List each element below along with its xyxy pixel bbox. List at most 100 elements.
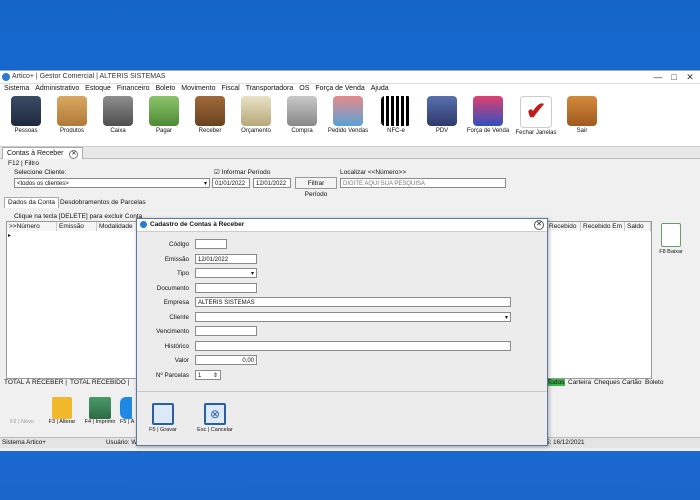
label-empresa: Empresa — [163, 299, 189, 306]
qrcode-icon — [381, 96, 411, 126]
menu-boleto[interactable]: Boleto — [155, 84, 175, 94]
toolbar-forca-de-venda[interactable]: Força de Venda — [464, 96, 512, 134]
chevron-down-icon: ▾ — [203, 181, 207, 187]
search-input[interactable]: DIGITE AQUI SUA PESQUISA — [340, 178, 506, 188]
total-received: TOTAL RECEBIDO | — [70, 379, 130, 386]
new-button[interactable]: F2 | Novo — [4, 397, 40, 425]
f5-button[interactable]: F5 | A — [120, 397, 136, 425]
filter-tab-cartao[interactable]: Cartão — [622, 379, 642, 386]
toolbar-pedido-vendas[interactable]: Pedido Vendas — [324, 96, 372, 134]
menu-ajuda[interactable]: Ajuda — [371, 84, 389, 94]
edit-pencil-icon — [52, 397, 72, 419]
tab-contas-receber[interactable]: Contas à Receber ✕ — [2, 147, 84, 159]
historico-field[interactable] — [195, 341, 511, 351]
tab-desdobramentos[interactable]: Desdobramentos de Parcelas — [60, 198, 146, 208]
dialog-close-icon[interactable]: ✕ — [534, 220, 544, 230]
tab-dados-conta[interactable]: Dados da Conta — [4, 197, 59, 208]
dialog-title-bar: Cadastro de Contas à Receber ✕ — [137, 219, 547, 232]
toolbar-pessoas[interactable]: Pessoas — [2, 96, 50, 134]
close-tab-icon[interactable]: ✕ — [69, 150, 79, 159]
date-from-field[interactable]: 01/01/2022 — [212, 178, 250, 188]
save-button[interactable]: F5 | Gravar — [145, 403, 181, 433]
clipboard-icon — [241, 96, 271, 126]
col-recebido-em[interactable]: Recebido Em — [581, 222, 625, 231]
menu-os[interactable]: OS — [299, 84, 309, 94]
col-modalidade[interactable]: Modalidade — [97, 222, 141, 231]
clipboard-check-icon — [661, 223, 681, 247]
receivable-dialog: Cadastro de Contas à Receber ✕ Código Em… — [136, 218, 548, 446]
label-documento: Documento — [156, 285, 189, 292]
grid-hint: Clique na tecla [DELETE] para excluir Co… — [14, 213, 143, 220]
spinner-icon[interactable]: ⇕ — [213, 371, 218, 381]
toolbar-sair[interactable]: Sair — [558, 96, 606, 134]
tipo-select[interactable]: ▾ — [195, 268, 257, 278]
menu-forca-de-venda[interactable]: Força de Venda — [315, 84, 364, 94]
codigo-field[interactable] — [195, 239, 227, 249]
menu-estoque[interactable]: Estoque — [85, 84, 111, 94]
menu-sistema[interactable]: Sistema — [4, 84, 29, 94]
row-indicator: ▸ — [8, 233, 12, 239]
label-parcelas: Nº Parcelas — [155, 372, 189, 379]
menu-movimento[interactable]: Movimento — [181, 84, 215, 94]
tab-strip: Contas à Receber ✕ — [0, 147, 700, 159]
toolbar-orcamento[interactable]: Orçamento — [232, 96, 280, 134]
col-saldo[interactable]: Saldo — [625, 222, 651, 231]
menu-administrativo[interactable]: Administrativo — [35, 84, 79, 94]
client-select[interactable]: <todos os clientes> ▾ — [14, 178, 210, 188]
toolbar-produtos[interactable]: Produtos — [48, 96, 96, 134]
print-button[interactable]: F4 | Imprimir — [82, 397, 118, 425]
window-title: Artico+ | Gestor Comercial | ALTERIS SIS… — [12, 73, 166, 80]
col-numero[interactable]: >>Número — [7, 222, 57, 231]
filter-tab-cheques[interactable]: Cheques — [594, 379, 620, 386]
chart-icon — [333, 96, 363, 126]
floppy-disk-icon — [152, 403, 174, 425]
app-icon — [140, 221, 147, 228]
period-checkbox[interactable]: ☑ Informar Período — [214, 168, 270, 176]
cliente-select[interactable]: ▾ — [195, 312, 511, 322]
edit-button[interactable]: F3 | Alterar — [44, 397, 80, 425]
toolbar-receber[interactable]: Receber — [186, 96, 234, 134]
chevron-down-icon: ▾ — [250, 271, 254, 277]
col-emissao[interactable]: Emissão — [57, 222, 97, 231]
wallet-icon — [195, 96, 225, 126]
toolbar: Pessoas Produtos Caixa Pagar Receber Orç… — [0, 94, 700, 147]
label-historico: Histórico — [164, 343, 190, 350]
label-codigo: Código — [169, 241, 189, 248]
label-vencimento: Vencimento — [156, 328, 189, 335]
empresa-field[interactable]: ALTERIS SISTEMAS — [195, 297, 511, 307]
filter-header: F12 | Filtro — [8, 160, 39, 167]
emissao-field[interactable]: 12/01/2022 — [195, 254, 257, 264]
vencimento-field[interactable] — [195, 326, 257, 336]
close-button[interactable]: ✕ — [684, 72, 696, 83]
toolbar-compra[interactable]: Compra — [278, 96, 326, 134]
toolbar-pdv[interactable]: PDV — [418, 96, 466, 134]
chevron-down-icon: ▾ — [504, 315, 508, 321]
toolbar-nfce[interactable]: NFC-e — [372, 96, 420, 134]
filter-tab-boleto[interactable]: Boleto — [645, 379, 663, 386]
cancel-button[interactable]: ⊗ Esc | Cancelar — [195, 403, 235, 433]
filter-tab-todos[interactable]: Todos — [546, 379, 566, 386]
baixar-button[interactable]: F8 Baixar — [654, 223, 688, 255]
col-recebido[interactable]: Recebido — [547, 222, 581, 231]
toolbar-caixa[interactable]: Caixa — [94, 96, 142, 134]
toolbar-fechar-janelas[interactable]: ✔ Fechar Janelas — [512, 96, 560, 136]
filter-period-button[interactable]: Filtrar Período — [295, 177, 337, 198]
smartphone-icon — [473, 96, 503, 126]
maximize-button[interactable]: □ — [668, 72, 680, 82]
card-terminal-icon — [427, 96, 457, 126]
parcelas-stepper[interactable]: 1 ⇕ — [195, 370, 221, 380]
date-to-field[interactable]: 12/01/2022 — [253, 178, 291, 188]
menu-financeiro[interactable]: Financeiro — [117, 84, 150, 94]
app-icon — [2, 73, 10, 81]
menu-fiscal[interactable]: Fiscal — [221, 84, 239, 94]
minimize-button[interactable]: — — [652, 72, 664, 82]
cart-icon — [287, 96, 317, 126]
partial-icon — [120, 397, 132, 419]
valor-field[interactable]: 0,00 — [195, 355, 257, 365]
documento-field[interactable] — [195, 283, 257, 293]
safe-icon — [103, 96, 133, 126]
cancel-document-icon: ⊗ — [204, 403, 226, 425]
menu-transportadora[interactable]: Transportadora — [246, 84, 294, 94]
toolbar-pagar[interactable]: Pagar — [140, 96, 188, 134]
filter-tab-carteira[interactable]: Carteira — [568, 379, 591, 386]
